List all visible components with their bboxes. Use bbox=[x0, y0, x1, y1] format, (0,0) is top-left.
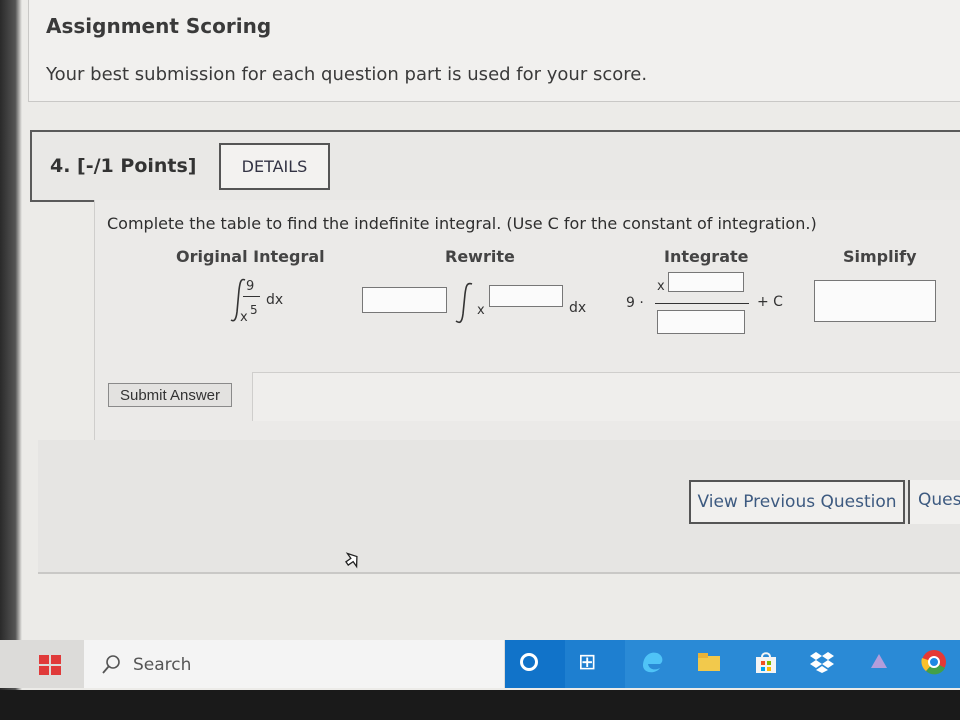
original-denominator-exp: 5 bbox=[250, 303, 258, 317]
question-instruction: Complete the table to find the indefinit… bbox=[107, 214, 817, 233]
taskbar-apps-area bbox=[625, 640, 960, 688]
question-number: 4. [-/1 Points] bbox=[50, 155, 197, 177]
dropbox-icon[interactable] bbox=[808, 648, 836, 676]
column-rewrite: Rewrite bbox=[445, 247, 515, 266]
integrate-coefficient: 9 · bbox=[626, 295, 644, 311]
column-simplify: Simplify bbox=[843, 247, 917, 266]
rewrite-variable: x bbox=[477, 303, 485, 318]
next-question-button[interactable]: Ques bbox=[908, 480, 960, 524]
integrate-fraction-bar bbox=[655, 303, 749, 304]
simplify-input[interactable] bbox=[814, 280, 936, 322]
original-numerator: 9 bbox=[246, 279, 255, 294]
edge-browser-icon[interactable] bbox=[638, 648, 666, 676]
mouse-cursor-icon bbox=[345, 552, 358, 569]
screen-bezel-shadow bbox=[0, 0, 22, 690]
windows-start-icon[interactable] bbox=[38, 654, 62, 676]
media-app-icon[interactable] bbox=[865, 648, 893, 676]
search-icon bbox=[102, 655, 120, 674]
rewrite-coefficient-input[interactable] bbox=[362, 287, 447, 313]
view-previous-question-button[interactable]: View Previous Question bbox=[689, 480, 905, 524]
assignment-scoring-text: Your best submission for each question p… bbox=[46, 64, 648, 85]
original-fraction-bar bbox=[243, 296, 260, 297]
original-dx: dx bbox=[266, 292, 284, 308]
assignment-scoring-title: Assignment Scoring bbox=[46, 14, 272, 38]
rewrite-dx: dx bbox=[569, 300, 587, 316]
submit-answer-button[interactable]: Submit Answer bbox=[108, 383, 232, 407]
integral-sign-icon bbox=[455, 282, 473, 324]
file-explorer-icon[interactable] bbox=[695, 648, 723, 676]
integrate-denominator-input[interactable] bbox=[657, 310, 745, 334]
column-integrate: Integrate bbox=[664, 247, 749, 266]
integrate-exponent-input[interactable] bbox=[668, 272, 744, 292]
original-denominator-base: x bbox=[240, 310, 248, 325]
store-icon[interactable] bbox=[752, 648, 780, 676]
details-button[interactable]: DETAILS bbox=[219, 143, 330, 190]
task-view-icon: ⊞ bbox=[578, 650, 597, 675]
cortana-icon bbox=[520, 653, 538, 671]
feedback-area bbox=[252, 372, 960, 421]
integrate-constant: + C bbox=[757, 294, 783, 310]
integrate-variable: x bbox=[657, 279, 665, 294]
column-original-integral: Original Integral bbox=[176, 247, 325, 266]
rewrite-exponent-input[interactable] bbox=[489, 285, 563, 307]
taskbar-search-label: Search bbox=[133, 655, 192, 675]
chrome-icon[interactable] bbox=[920, 648, 948, 676]
